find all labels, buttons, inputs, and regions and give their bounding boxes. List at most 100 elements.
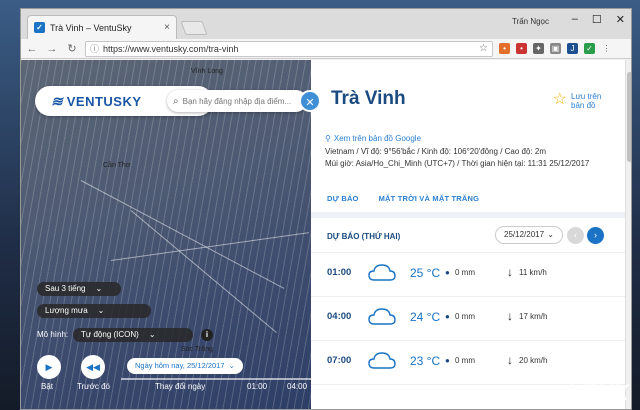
- weather-map[interactable]: Vĩnh Long Cần Thơ Sóc Trăng ≋ VENTUSKY ⌕…: [21, 60, 311, 409]
- chevron-down-icon: ⌄: [228, 361, 235, 370]
- border-line: [110, 232, 310, 261]
- layer-select[interactable]: Lượng mưa ⌄: [37, 304, 151, 318]
- play-label: Bật: [41, 382, 54, 391]
- save-on-map-button[interactable]: ☆ Lưu trên bản đồ: [552, 91, 605, 111]
- window-controls: – ☐ ✕: [572, 13, 625, 26]
- interval-label: Sau 3 tiếng: [45, 284, 86, 293]
- forecast-temperature: 24 °C: [410, 310, 441, 324]
- info-circle-icon[interactable]: ⓘ: [90, 42, 99, 55]
- forecast-time: 01:00: [327, 267, 352, 278]
- next-day-button[interactable]: ›: [587, 227, 604, 244]
- forecast-title: DỰ BÁO (THỨ HAI): [327, 232, 401, 241]
- change-day-label[interactable]: Thay đổi ngày: [155, 382, 205, 391]
- place-label: Cần Thơ: [103, 162, 131, 169]
- date-value: Ngày hôm nay, 25/12/2017: [135, 361, 225, 370]
- genk-watermark: GENK: [562, 380, 630, 405]
- section-divider: [311, 212, 625, 218]
- geo-line: Múi giờ: Asia/Ho_Chi_Minh (UTC+7) / Thời…: [325, 159, 590, 168]
- browser-toolbar: ← → ↻ ⓘ https://www.ventusky.com/tra-vin…: [21, 39, 631, 59]
- previous-button[interactable]: ◀◀: [81, 355, 105, 379]
- cloud-icon: [368, 352, 396, 369]
- timeline-tick[interactable]: 01:00: [247, 382, 267, 391]
- browser-window: ✓ Trà Vinh – VentuSky × Trấn Ngọc – ☐ ✕ …: [20, 8, 632, 410]
- profile-name[interactable]: Trấn Ngọc: [512, 17, 549, 26]
- shield-icon[interactable]: ✓: [584, 43, 595, 54]
- forecast-row: 04:00 24 °C ● 0 mm ↓ 17 km/h: [311, 296, 625, 340]
- timeline-bar[interactable]: [121, 378, 311, 380]
- extension-icon[interactable]: J: [567, 43, 578, 54]
- google-map-link[interactable]: ⚲ Xem trên bản đồ Google: [325, 134, 421, 143]
- model-label: Mô hình:: [37, 330, 69, 339]
- forecast-rain: 0 mm: [455, 268, 475, 277]
- cloud-icon: [368, 264, 396, 281]
- ventusky-favicon-icon: ✓: [34, 22, 45, 33]
- prev-day-button[interactable]: ‹: [567, 227, 584, 244]
- puzzle-icon[interactable]: ✦: [533, 43, 544, 54]
- tab-close-icon[interactable]: ×: [164, 22, 170, 33]
- model-select[interactable]: Tự động (ICON) ⌄: [73, 328, 193, 342]
- extensions-area: • • ✦ ▣ J ✓ ⋮: [499, 43, 612, 54]
- extension-icon[interactable]: •: [499, 43, 510, 54]
- search-input[interactable]: [182, 96, 301, 106]
- tab-sun-moon[interactable]: MẶT TRỜI VÀ MẶT TRĂNG: [379, 194, 480, 203]
- forecast-date-select[interactable]: 25/12/2017 ⌄: [495, 226, 563, 244]
- star-icon: ☆: [552, 91, 567, 108]
- place-label: Vĩnh Long: [191, 68, 223, 75]
- menu-icon[interactable]: ⋮: [601, 43, 612, 54]
- cloud-icon: [368, 308, 396, 325]
- location-panel: Trà Vinh ☆ Lưu trên bản đồ ⚲ Xem trên bả…: [311, 60, 631, 409]
- minimize-icon[interactable]: –: [572, 13, 578, 26]
- google-map-link-text: Xem trên bản đồ Google: [333, 134, 422, 143]
- forecast-time: 07:00: [327, 355, 352, 366]
- close-window-icon[interactable]: ✕: [616, 13, 625, 26]
- extension-icon[interactable]: •: [516, 43, 527, 54]
- forecast-temperature: 25 °C: [410, 266, 441, 280]
- tab-forecast[interactable]: DỰ BÁO: [327, 194, 359, 203]
- wind-direction-icon: ↓: [507, 353, 513, 367]
- forward-icon[interactable]: →: [45, 43, 59, 55]
- panel-scrollbar[interactable]: [625, 60, 631, 409]
- info-icon[interactable]: i: [201, 329, 213, 341]
- extension-icon[interactable]: ▣: [550, 43, 561, 54]
- forecast-temperature: 23 °C: [410, 354, 441, 368]
- geo-line: Vietnam / Vĩ độ: 9°56'bắc / Kinh độ: 106…: [325, 147, 547, 156]
- logo-mark-icon: ≋: [51, 92, 63, 109]
- address-bar[interactable]: ⓘ https://www.ventusky.com/tra-vinh ☆: [85, 40, 493, 57]
- forecast-row: 07:00 23 °C ● 0 mm ↓ 20 km/h: [311, 340, 625, 384]
- page-content: Vĩnh Long Cần Thơ Sóc Trăng ≋ VENTUSKY ⌕…: [21, 60, 631, 409]
- previous-label: Trước đó: [77, 382, 110, 391]
- scrollbar-thumb[interactable]: [627, 72, 631, 162]
- reload-icon[interactable]: ↻: [65, 42, 79, 55]
- wind-direction-icon: ↓: [507, 309, 513, 323]
- title-bar: ✓ Trà Vinh – VentuSky × Trấn Ngọc – ☐ ✕: [21, 9, 631, 39]
- back-icon[interactable]: ←: [25, 43, 39, 55]
- maximize-icon[interactable]: ☐: [592, 13, 602, 26]
- location-pin-icon: ⚲: [325, 134, 331, 143]
- river-line: [80, 180, 285, 289]
- place-search[interactable]: ⌕: [167, 90, 307, 112]
- logo-text: VENTUSKY: [66, 93, 142, 109]
- new-tab-button[interactable]: [180, 21, 208, 35]
- save-label: Lưu trên bản đồ: [571, 92, 602, 110]
- interval-select[interactable]: Sau 3 tiếng ⌄: [37, 282, 121, 296]
- browser-tab[interactable]: ✓ Trà Vinh – VentuSky ×: [27, 15, 177, 39]
- raindrop-icon: ●: [445, 312, 450, 321]
- raindrop-icon: ●: [445, 268, 450, 277]
- url-text[interactable]: https://www.ventusky.com/tra-vinh: [103, 44, 475, 54]
- forecast-wind: 17 km/h: [519, 312, 548, 321]
- date-select[interactable]: Ngày hôm nay, 25/12/2017 ⌄: [127, 358, 243, 374]
- chevron-down-icon: ⌄: [97, 306, 105, 315]
- bookmark-star-icon[interactable]: ☆: [479, 43, 488, 54]
- geo-info: Vietnam / Vĩ độ: 9°56'bắc / Kinh độ: 106…: [325, 146, 589, 170]
- city-title: Trà Vinh: [331, 88, 406, 109]
- tab-title: Trà Vinh – VentuSky: [50, 22, 132, 33]
- close-panel-button[interactable]: ✕: [299, 90, 321, 112]
- timeline-tick[interactable]: 04:00: [287, 382, 307, 391]
- play-button[interactable]: ▶: [37, 355, 61, 379]
- chevron-down-icon: ⌄: [148, 330, 156, 339]
- forecast-time: 04:00: [327, 311, 352, 322]
- wind-direction-icon: ↓: [507, 265, 513, 279]
- chevron-down-icon: ⌄: [95, 284, 103, 293]
- forecast-row: 01:00 25 °C ● 0 mm ↓ 11 km/h: [311, 252, 625, 296]
- layer-label: Lượng mưa: [45, 306, 88, 315]
